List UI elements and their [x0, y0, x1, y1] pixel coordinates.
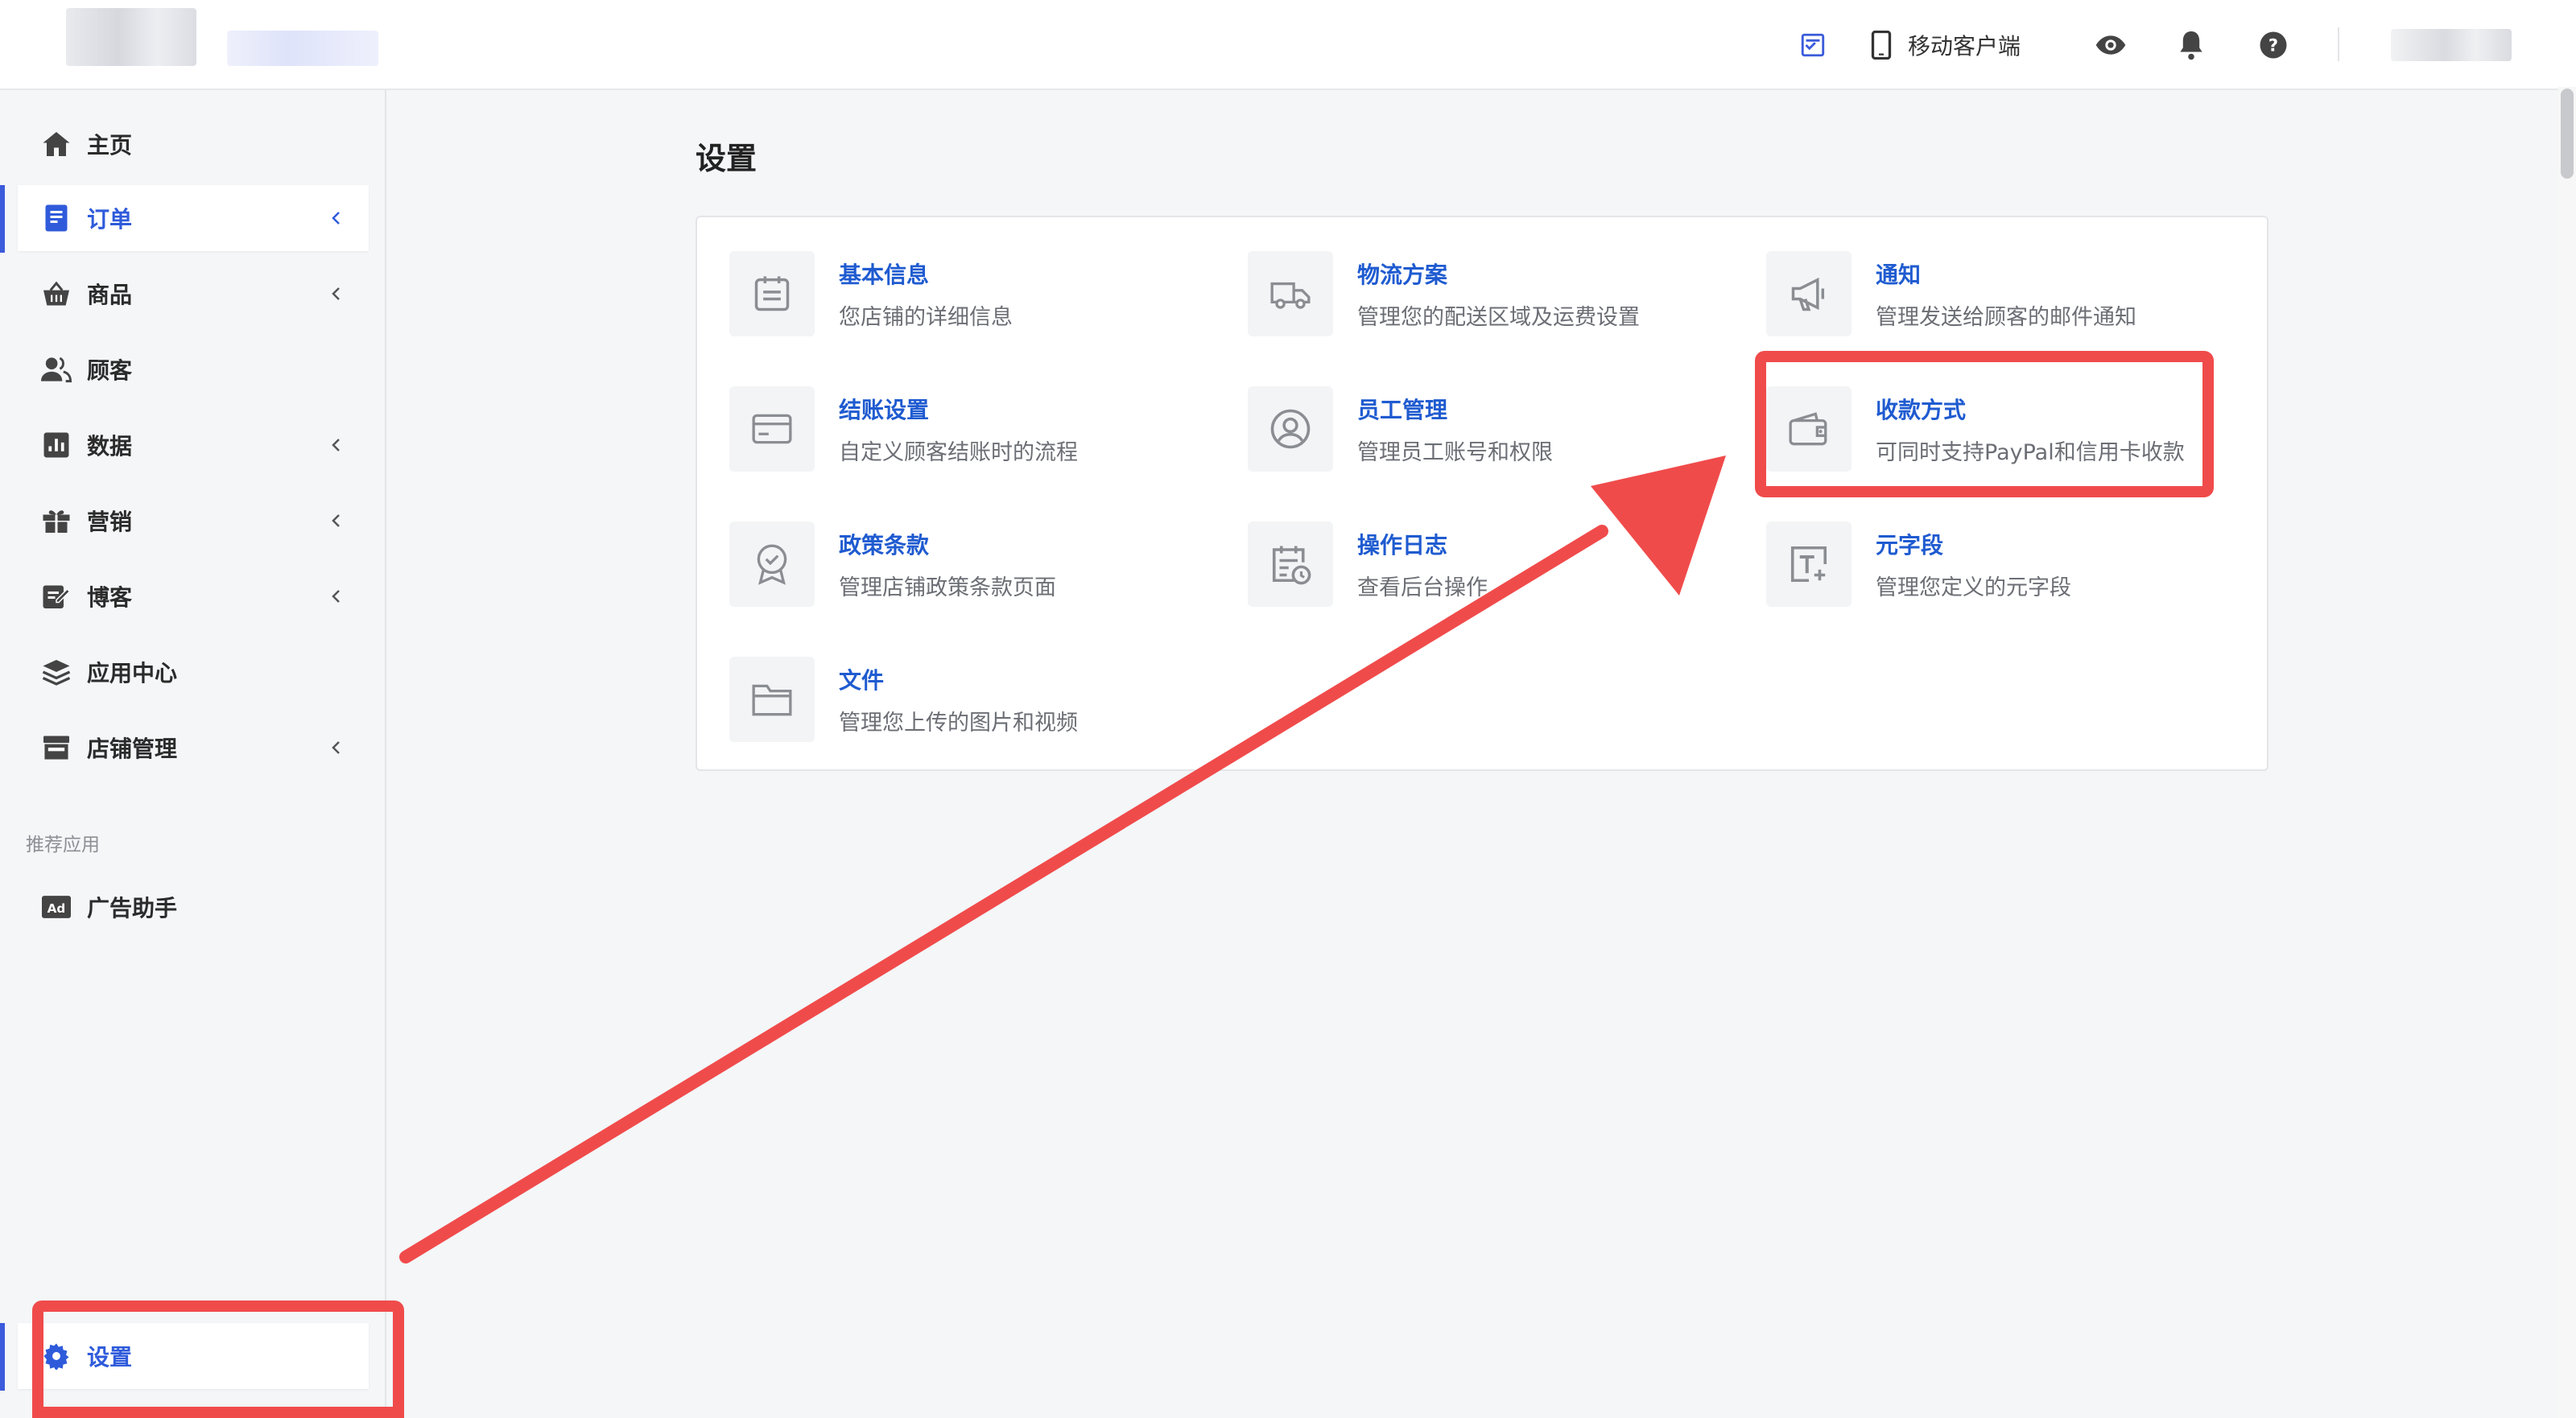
annotation-arrow — [399, 455, 1726, 1263]
highlight-settings — [32, 1301, 404, 1418]
highlight-payment-methods — [1755, 351, 2214, 497]
